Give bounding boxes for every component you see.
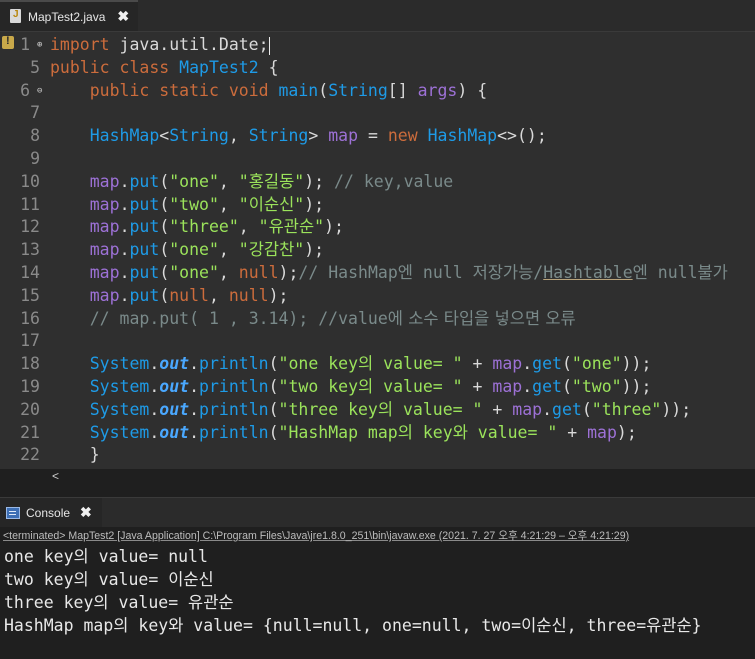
fold-icon[interactable]: ⊕ (37, 34, 42, 57)
console-line: HashMap map의 key와 value= {null=null, one… (4, 616, 702, 635)
scroll-left-icon[interactable]: < (52, 469, 59, 483)
console-status-line: <terminated> MapTest2 [Java Application]… (3, 530, 630, 542)
code-line[interactable]: 5 public class MapTest2 { (0, 56, 755, 79)
line-number: 5 (30, 57, 40, 77)
close-icon[interactable]: ✖ (117, 8, 129, 25)
code-text: map.put("one", "홍길동"); // key,value (89, 171, 454, 191)
code-line[interactable]: 13 map.put("one", "강감찬"); (0, 238, 755, 261)
line-number: 15 (20, 285, 40, 305)
line-number: 13 (20, 240, 40, 260)
code-text: map.put("one", "강감찬"); (89, 240, 325, 260)
console-icon (6, 506, 20, 519)
line-number: 18 (20, 354, 40, 374)
line-number: 12 (20, 217, 40, 237)
code-line[interactable]: 12 map.put("three", "유관순"); (0, 215, 755, 238)
code-line[interactable]: 16 // map.put( 1 , 3.14); //value에 소수 타입… (0, 307, 755, 330)
code-line[interactable]: 21 System.out.println("HashMap map의 key와… (0, 421, 755, 444)
line-number: 14 (20, 263, 40, 282)
code-text: System.out.println("three key의 value= " … (89, 399, 692, 419)
text-caret (268, 36, 270, 55)
code-text: System.out.println("two key의 value= " + … (89, 377, 652, 396)
code-text: // map.put( 1 , 3.14); //value에 소수 타입을 넣… (89, 308, 576, 328)
line-number: 6 (20, 80, 30, 100)
code-text: System.out.println("one key의 value= " + … (89, 354, 652, 374)
line-number: 16 (20, 308, 40, 328)
console-output[interactable]: one key의 value= null two key의 value= 이순신… (0, 545, 755, 659)
code-text: } (50, 445, 100, 465)
code-line[interactable]: 6 ⊖ public static void main(String[] args… (0, 79, 755, 102)
line-number: 22 (20, 445, 40, 465)
code-line[interactable]: 7 (0, 101, 755, 124)
code-line[interactable]: 14 map.put("one", null);// HashMap엔 null… (0, 261, 755, 284)
code-line[interactable]: 1 ⊕ import java.util.Date; (0, 33, 755, 56)
fold-icon[interactable]: ⊖ (37, 80, 42, 103)
java-file-icon (8, 8, 22, 25)
code-line[interactable]: 9 (0, 147, 755, 170)
horizontal-scrollbar[interactable]: < (44, 469, 755, 485)
code-line[interactable]: 20 System.out.println("three key의 value=… (0, 398, 755, 421)
tab-maptest2-java[interactable]: MapTest2.java ✖ (0, 0, 138, 31)
line-number: 8 (30, 126, 40, 146)
code-line[interactable]: 22 } (0, 443, 755, 466)
line-number: 1 (20, 35, 30, 54)
console-line: two key의 value= 이순신 (4, 570, 214, 589)
code-line[interactable]: 8 HashMap<String, String> map = new Hash… (0, 124, 755, 147)
code-text: System.out.println("HashMap map의 key와 va… (89, 422, 637, 442)
line-number: 10 (20, 171, 40, 191)
close-icon[interactable]: ✖ (80, 504, 92, 521)
code-line[interactable]: 15 map.put(null, null); (0, 284, 755, 307)
code-line[interactable]: 18 System.out.println("one key의 value= "… (0, 352, 755, 375)
tab-title: MapTest2.java (28, 9, 106, 24)
console-tab-title: Console (26, 505, 71, 520)
console-line: three key의 value= 유관순 (4, 593, 234, 612)
line-number: 17 (20, 331, 40, 351)
code-line[interactable]: 11 map.put("two", "이순신"); (0, 193, 755, 216)
code-text: public static void main(String[] args) { (89, 80, 488, 100)
code-text: map.put("one", null);// HashMap엔 null 저장… (89, 263, 728, 282)
line-number: 9 (30, 149, 40, 168)
code-text: HashMap<String, String> map = new HashMa… (89, 126, 547, 146)
code-editor[interactable]: 1 ⊕ import java.util.Date; 5 public class Ma… (0, 32, 755, 469)
code-text: public class MapTest2 { (50, 57, 279, 77)
editor-tab-bar: MapTest2.java ✖ (0, 0, 755, 32)
line-number: 7 (30, 103, 40, 123)
code-text: map.put("two", "이순신"); (89, 194, 325, 214)
line-number: 11 (20, 194, 40, 214)
code-text: map.put("three", "유관순"); (89, 217, 344, 237)
console-tab-bar: Console ✖ (0, 497, 755, 527)
line-number: 21 (20, 422, 40, 442)
line-number: 19 (20, 377, 40, 396)
code-line[interactable]: 10 map.put("one", "홍길동"); // key,value (0, 170, 755, 193)
code-text: map.put(null, null); (89, 285, 289, 305)
code-line[interactable]: 17 (0, 329, 755, 352)
tab-console[interactable]: Console ✖ (0, 498, 102, 527)
code-line[interactable]: 19 System.out.println("two key의 value= "… (0, 375, 755, 398)
line-number: 20 (20, 399, 40, 419)
console-line: one key의 value= null (4, 547, 208, 566)
code-text: import java.util.Date; (50, 35, 270, 55)
